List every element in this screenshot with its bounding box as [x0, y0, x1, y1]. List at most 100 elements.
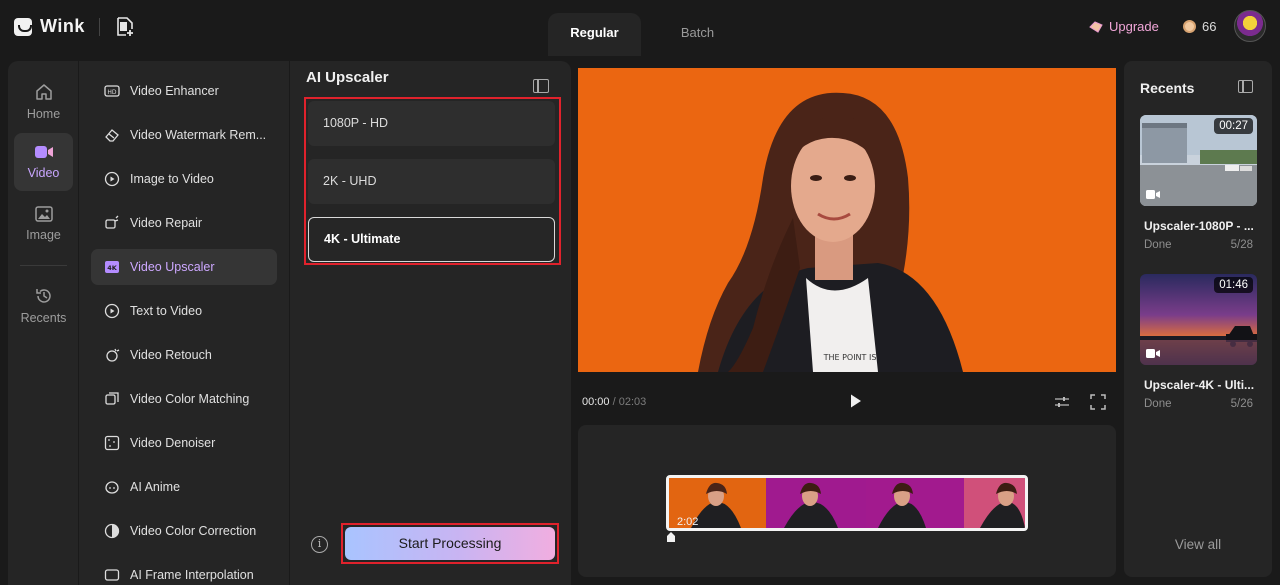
adjustments-icon[interactable] — [1054, 394, 1070, 410]
4k-icon: 4K — [105, 261, 119, 273]
playhead-handle[interactable] — [667, 532, 675, 542]
tab-batch[interactable]: Batch — [651, 13, 744, 56]
credits-counter[interactable]: 66 — [1183, 19, 1216, 34]
credits-value: 66 — [1202, 19, 1217, 34]
coin-icon — [1183, 20, 1196, 33]
start-processing-highlight: Start Processing — [341, 523, 559, 564]
duration-badge: 01:46 — [1214, 277, 1253, 293]
upgrade-label: Upgrade — [1109, 19, 1159, 34]
tool-video-watermark-remover[interactable]: Video Watermark Rem... — [91, 117, 277, 153]
tool-video-color-matching[interactable]: Video Color Matching — [91, 381, 277, 417]
collapse-panel-icon[interactable] — [533, 79, 549, 93]
start-processing-button[interactable]: Start Processing — [345, 527, 555, 560]
clip-frame-thumbnail — [964, 478, 1025, 528]
svg-text:4K: 4K — [107, 264, 118, 272]
recent-item[interactable]: 01:46 Upscaler-4K - Ulti... Done 5/26 — [1140, 274, 1257, 414]
upgrade-button[interactable]: Upgrade — [1089, 19, 1159, 34]
tool-video-retouch[interactable]: Video Retouch — [91, 337, 277, 373]
frame-interpolation-icon — [104, 569, 120, 581]
recent-thumbnail: 00:27 — [1140, 115, 1257, 206]
tool-video-upscaler[interactable]: 4K Video Upscaler — [91, 249, 277, 285]
recent-date: 5/28 — [1230, 239, 1253, 251]
tab-regular[interactable]: Regular — [548, 13, 641, 56]
tool-video-color-correction[interactable]: Video Color Correction — [91, 513, 277, 549]
tool-video-denoiser[interactable]: Video Denoiser — [91, 425, 277, 461]
recent-name: Upscaler-1080P - ... — [1144, 219, 1254, 233]
video-preview[interactable]: THE POINT IS — [578, 68, 1116, 372]
resolution-options: 1080P - HD 2K - UHD 4K - Ultimate — [304, 97, 561, 265]
tool-ai-anime[interactable]: AI Anime — [91, 469, 277, 505]
tool-label: Text to Video — [130, 304, 203, 318]
svg-text:HD: HD — [107, 89, 117, 96]
play-icon[interactable] — [849, 393, 863, 409]
view-all-link[interactable]: View all — [1124, 537, 1272, 552]
collapse-recents-icon[interactable] — [1238, 80, 1253, 93]
retouch-icon — [106, 348, 120, 362]
video-icon — [1146, 349, 1160, 358]
total-duration: 02:03 — [618, 396, 647, 408]
main-panel: Home Video Image Recents HD Video Enhanc… — [8, 61, 571, 585]
tool-label: Video Color Correction — [130, 524, 257, 538]
rail-label-home: Home — [26, 107, 61, 121]
rail-item-recents[interactable]: Recents — [14, 277, 73, 335]
tool-video-repair[interactable]: Video Repair — [91, 205, 277, 241]
recent-item[interactable]: 00:27 Upscaler-1080P - ... Done 5/28 — [1140, 115, 1257, 255]
recent-thumbnail: 01:46 — [1140, 274, 1257, 365]
clip-duration: 2:02 — [677, 516, 699, 528]
avatar[interactable] — [1234, 10, 1266, 42]
playback-time: 00:00 / 02:03 — [582, 396, 647, 408]
tool-label: Image to Video — [130, 172, 214, 186]
info-icon[interactable]: i — [311, 536, 328, 553]
tool-text-to-video[interactable]: Text to Video — [91, 293, 277, 329]
tools-list: HD Video Enhancer Video Watermark Rem...… — [79, 61, 290, 585]
resolution-option-1080p[interactable]: 1080P - HD — [308, 101, 555, 146]
left-rail: Home Video Image Recents — [8, 61, 79, 585]
app-logo[interactable]: Wink — [14, 16, 85, 37]
resolution-option-2k[interactable]: 2K - UHD — [308, 159, 555, 204]
timeline-clip[interactable]: 2:02 — [666, 475, 1028, 531]
mode-tabs: Regular Batch — [548, 13, 744, 56]
rail-item-image[interactable]: Image — [14, 195, 73, 253]
home-icon — [35, 84, 52, 100]
denoiser-icon — [104, 435, 120, 451]
clip-frame-thumbnail — [766, 478, 866, 528]
wink-logo-icon — [14, 17, 32, 36]
recents-panel: Recents 00:27 Upscaler-1080P - ... Done … — [1124, 61, 1272, 577]
duration-badge: 00:27 — [1214, 118, 1253, 134]
tool-label: Video Enhancer — [130, 84, 219, 98]
tool-label: AI Frame Interpolation — [130, 568, 254, 582]
rail-item-video[interactable]: Video — [14, 133, 73, 191]
tool-image-to-video[interactable]: Image to Video — [91, 161, 277, 197]
upscaler-settings: AI Upscaler 1080P - HD 2K - UHD 4K - Ult… — [291, 61, 571, 585]
recents-title: Recents — [1140, 80, 1195, 96]
top-bar: Wink Regular Batch Upgrade 66 — [0, 0, 1280, 56]
video-frame-image: THE POINT IS — [578, 68, 1116, 372]
svg-text:THE POINT IS: THE POINT IS — [823, 353, 877, 362]
player-controls: 00:00 / 02:03 — [578, 385, 1116, 417]
panel-title: AI Upscaler — [306, 69, 389, 86]
rail-label-video: Video — [27, 166, 60, 180]
recent-status: Done — [1144, 239, 1172, 251]
tool-label: Video Color Matching — [130, 392, 250, 406]
upgrade-ticket-icon — [1089, 20, 1103, 33]
clip-frame-thumbnail — [866, 478, 964, 528]
timeline: 2:02 — [578, 425, 1116, 577]
rail-label-image: Image — [26, 228, 61, 242]
repair-icon — [105, 215, 119, 229]
rail-item-home[interactable]: Home — [14, 73, 73, 131]
recent-status: Done — [1144, 398, 1172, 410]
rail-label-recents: Recents — [20, 311, 67, 325]
rail-divider — [20, 265, 67, 266]
tool-label: Video Upscaler — [130, 260, 215, 274]
tool-ai-frame-interpolation[interactable]: AI Frame Interpolation — [91, 557, 277, 585]
current-time: 00:00 — [582, 396, 610, 408]
color-matching-icon — [105, 392, 119, 405]
hd-icon: HD — [104, 85, 120, 97]
resolution-option-4k[interactable]: 4K - Ultimate — [308, 217, 555, 262]
new-file-icon[interactable] — [116, 17, 134, 37]
fullscreen-icon[interactable] — [1090, 394, 1106, 410]
history-icon — [35, 289, 51, 303]
tool-video-enhancer[interactable]: HD Video Enhancer — [91, 73, 277, 109]
image-to-video-icon — [104, 171, 120, 187]
video-camera-icon — [34, 146, 53, 158]
